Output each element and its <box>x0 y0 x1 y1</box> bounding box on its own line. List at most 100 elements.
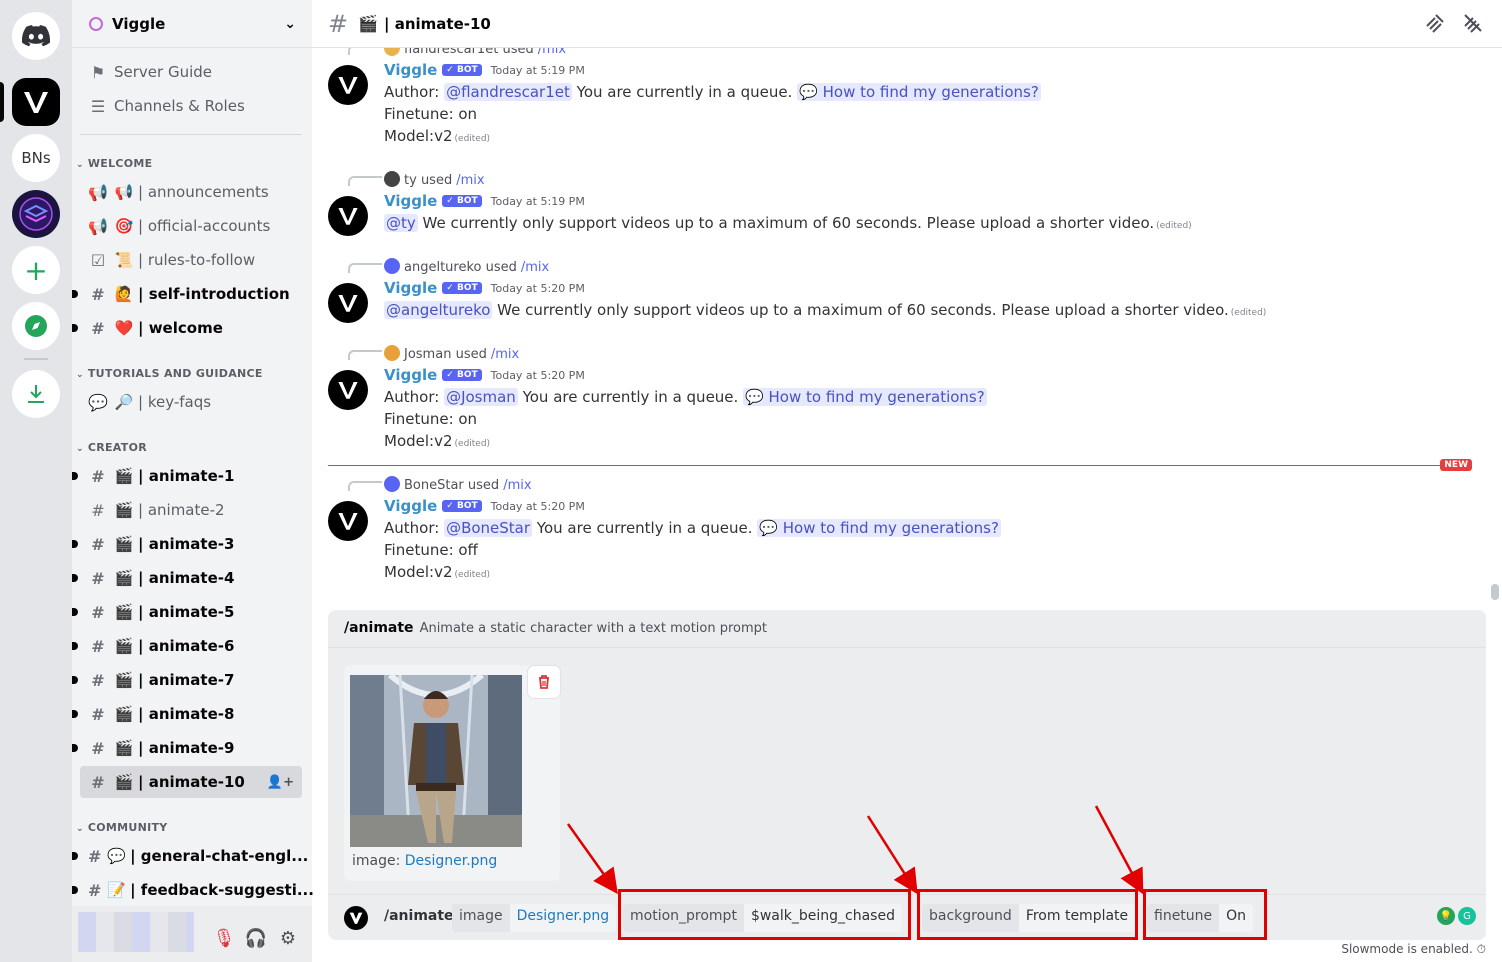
channel-self-introduction[interactable]: # 🙋 | self-introduction <box>72 278 302 310</box>
mic-muted-icon[interactable]: 🎙 <box>212 926 236 950</box>
attachment-filename[interactable]: Designer.png <box>405 853 498 869</box>
reply-command[interactable]: /mix <box>503 478 531 493</box>
channel-animate-9[interactable]: # 🎬 | animate-9 <box>72 732 302 764</box>
headphones-icon[interactable]: 🎧 <box>244 926 268 950</box>
annotation-box-finetune <box>1143 889 1267 940</box>
line-text: We currently only support videos up to a… <box>417 214 1155 232</box>
channel-announcements[interactable]: 📢 📢 | announcements <box>80 176 302 208</box>
author-name[interactable]: Viggle <box>384 192 437 210</box>
channel-welcome[interactable]: # ❤️ | welcome <box>72 312 302 344</box>
message-line: Finetune: off <box>384 541 478 559</box>
channel-animate-2[interactable]: # 🎬 | animate-2 <box>80 494 302 526</box>
channel-animate-3[interactable]: # 🎬 | animate-3 <box>72 528 302 560</box>
bot-avatar[interactable] <box>328 196 368 236</box>
author-name[interactable]: Viggle <box>384 279 437 297</box>
channel-link[interactable]: 💬 How to find my generations? <box>743 388 987 406</box>
reply-command[interactable]: /mix <box>491 347 519 362</box>
notifications-muted-icon[interactable] <box>1462 12 1484 39</box>
discord-home-button[interactable] <box>12 12 60 60</box>
invite-member-icon[interactable]: 👤+ <box>267 775 294 790</box>
bot-avatar[interactable] <box>328 501 368 541</box>
author-name[interactable]: Viggle <box>384 497 437 515</box>
server-guide-item[interactable]: ⚑ Server Guide <box>80 56 302 88</box>
author-name[interactable]: Viggle <box>384 61 437 79</box>
user-mention[interactable]: @angeltureko <box>384 301 493 319</box>
timestamp[interactable]: Today at 5:20 PM <box>491 369 585 382</box>
explore-servers-button[interactable] <box>12 302 60 350</box>
channel-rules-to-follow[interactable]: ☑ 📜 | rules-to-follow <box>80 244 302 276</box>
remove-attachment-button[interactable] <box>528 666 560 698</box>
category-community[interactable]: ⌄ COMMUNITY <box>76 821 168 834</box>
bot-avatar[interactable] <box>328 283 368 323</box>
reply-context[interactable]: flandrescar1et used/mix <box>384 48 566 57</box>
user-mention[interactable]: @ty <box>384 214 418 232</box>
stack-icon <box>19 197 53 231</box>
channel-official-accounts[interactable]: 📢 🎯 | official-accounts <box>80 210 302 242</box>
timestamp[interactable]: Today at 5:19 PM <box>491 64 585 77</box>
reply-avatar <box>384 171 400 187</box>
reply-connector <box>348 48 382 55</box>
category-creator[interactable]: ⌄ CREATOR <box>76 441 147 454</box>
reply-context[interactable]: BoneStar used/mix <box>384 476 532 493</box>
edited-tag: (edited) <box>1156 221 1192 231</box>
timestamp[interactable]: Today at 5:20 PM <box>491 500 585 513</box>
download-apps-button[interactable] <box>12 370 60 418</box>
clapper-emoji: 🎬 <box>114 535 134 553</box>
scroll-thumb[interactable] <box>1491 584 1499 600</box>
option-image[interactable]: image Designer.png <box>452 904 617 932</box>
channel-label: | official-accounts <box>138 217 271 235</box>
channel-animate-5[interactable]: # 🎬 | animate-5 <box>72 596 302 628</box>
channel-animate-7[interactable]: # 🎬 | animate-7 <box>72 664 302 696</box>
bot-avatar[interactable] <box>328 65 368 105</box>
channel-animate-10[interactable]: # 🎬 | animate-10 👤+ <box>80 766 302 798</box>
option-value[interactable]: Designer.png <box>509 904 617 932</box>
reply-command[interactable]: /mix <box>456 173 484 188</box>
reply-connector <box>348 176 382 186</box>
guild-header[interactable]: Viggle ⌄ <box>72 0 312 48</box>
unread-indicator <box>72 886 78 894</box>
user-mention[interactable]: @BoneStar <box>444 519 533 537</box>
channel-animate-1[interactable]: # 🎬 | animate-1 <box>72 460 302 492</box>
channel-key-faqs[interactable]: 💬 🔎 | key-faqs <box>80 386 302 418</box>
channel-link[interactable]: 💬 How to find my generations? <box>757 519 1001 537</box>
server-viggle[interactable] <box>12 78 60 126</box>
channel-link[interactable]: 💬 How to find my generations? <box>797 83 1041 101</box>
reply-context[interactable]: Josman used/mix <box>384 345 519 362</box>
channel-emoji: 🙋 <box>114 285 134 303</box>
bot-avatar[interactable] <box>328 370 368 410</box>
channel-animate-8[interactable]: # 🎬 | animate-8 <box>72 698 302 730</box>
hash-icon: # <box>88 880 102 900</box>
channel-label: | animate-10 <box>138 773 245 791</box>
user-mention[interactable]: @flandrescar1et <box>444 83 572 101</box>
reply-command[interactable]: /mix <box>538 48 566 57</box>
channel-general-chat[interactable]: # 💬 | general-chat-engl... <box>72 840 308 872</box>
channel-animate-4[interactable]: # 🎬 | animate-4 <box>72 562 302 594</box>
user-avatar-blurred[interactable] <box>78 912 194 952</box>
gear-icon[interactable]: ⚙ <box>276 926 300 950</box>
unread-indicator <box>72 676 78 684</box>
user-mention[interactable]: @Josman <box>444 388 518 406</box>
channel-feedback[interactable]: # 📝 | feedback-suggesti... <box>72 874 314 906</box>
timestamp[interactable]: Today at 5:20 PM <box>491 282 585 295</box>
reply-context[interactable]: angeltureko used/mix <box>384 258 549 275</box>
add-server-button[interactable]: + <box>12 246 60 294</box>
grammarly-icon[interactable]: G <box>1458 907 1476 925</box>
hash-icon: # <box>91 534 105 554</box>
timestamp[interactable]: Today at 5:19 PM <box>491 195 585 208</box>
lightbulb-icon[interactable]: 💡 <box>1437 907 1455 925</box>
reply-context[interactable]: ty used/mix <box>384 171 485 188</box>
channels-roles-item[interactable]: ☰ Channels & Roles <box>80 90 302 122</box>
channel-label: | animate-5 <box>138 603 235 621</box>
server-guide-label: Server Guide <box>114 63 213 81</box>
message-scrollbar[interactable] <box>1488 48 1502 604</box>
server-bns[interactable]: BNs <box>12 134 60 182</box>
author-name[interactable]: Viggle <box>384 366 437 384</box>
channel-animate-6[interactable]: # 🎬 | animate-6 <box>72 630 302 662</box>
hash-icon: # <box>91 772 105 792</box>
reply-command[interactable]: /mix <box>521 260 549 275</box>
category-welcome[interactable]: ⌄ WELCOME <box>76 157 153 170</box>
server-stack[interactable] <box>12 190 60 238</box>
threads-icon[interactable] <box>1424 12 1446 39</box>
category-tutorials[interactable]: ⌄ TUTORIALS AND GUIDANCE <box>76 367 263 380</box>
unread-indicator <box>72 324 78 332</box>
